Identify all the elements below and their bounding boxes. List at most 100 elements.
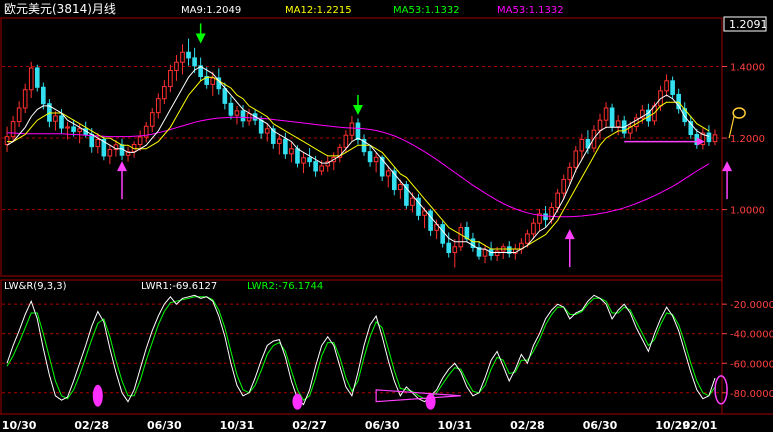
candle-up	[301, 157, 306, 164]
candle-down	[222, 88, 228, 104]
indicator-y-tick-label: -40.0000	[730, 330, 773, 341]
candle-up	[107, 149, 113, 157]
candle-up	[385, 170, 391, 177]
candle-up	[4, 136, 10, 145]
x-tick-label: 02/27	[292, 419, 327, 432]
x-tick-labels: 10/30 02/28 06/30 10/31 02/27 06/30 10/31 02/28…	[2, 419, 718, 432]
candle-up	[180, 51, 185, 63]
legend-ma9: MA9:1.2049	[181, 5, 241, 16]
indicator-oval	[425, 393, 436, 410]
candle-up	[16, 107, 22, 123]
candle-down	[283, 138, 288, 155]
legend-ma53-green: MA53:1.1332	[393, 5, 460, 16]
candle-down	[41, 86, 46, 105]
candle-down	[71, 126, 76, 133]
x-tick-label: 06/30	[583, 419, 618, 432]
candle-up	[289, 148, 294, 155]
legend-lwr1: LWR1:-69.6127	[141, 281, 217, 292]
up-arrow-head	[116, 161, 127, 172]
candle-up	[22, 89, 28, 109]
candle-down	[440, 224, 446, 244]
candle-up	[28, 67, 34, 91]
x-tick-label: 10/30	[2, 419, 37, 432]
candle-down	[89, 133, 95, 148]
indicator-y-tick-label: -80.0000	[730, 389, 773, 400]
candle-up	[398, 184, 403, 191]
candle-up	[373, 156, 379, 163]
candle-down	[367, 151, 373, 163]
candle-down	[446, 242, 452, 254]
candle-up	[664, 80, 669, 92]
candle-up	[410, 197, 415, 206]
candle-down	[307, 157, 312, 163]
price-y-tick-label: 1.0000	[730, 206, 765, 217]
current-price-label: 1.2091	[729, 18, 768, 31]
indicator-oval	[92, 384, 103, 407]
candle-down	[34, 67, 40, 88]
indicator-y-tick-label: -60.0000	[730, 359, 773, 370]
legend-ma53-magenta: MA53:1.1332	[497, 5, 564, 16]
candle-up	[168, 69, 173, 88]
candle-up	[567, 166, 573, 181]
x-tick-label: 02/01	[683, 419, 718, 432]
indicator-name: LW&R(9,3,3)	[4, 281, 67, 292]
candle-up	[155, 98, 161, 114]
candle-down	[192, 57, 197, 67]
candle-down	[240, 110, 246, 122]
candle-up	[597, 119, 603, 131]
candle-down	[228, 102, 234, 116]
lwr2-line	[6, 296, 716, 401]
candle-up	[264, 128, 270, 134]
indicator-end-oval	[714, 375, 728, 405]
candle-up	[349, 122, 355, 136]
candles	[4, 38, 718, 268]
candle-down	[295, 148, 300, 164]
candle-down	[355, 122, 361, 140]
candle-up	[53, 115, 58, 122]
candle-down	[670, 80, 675, 95]
candle-up	[712, 134, 718, 143]
candle-up	[276, 138, 282, 144]
moving-average-lines	[6, 65, 710, 253]
legend-lwr2: LWR2:-76.1744	[247, 281, 323, 292]
indicator-y-ticks: -20.0000 -40.0000 -60.0000 -80.0000	[722, 300, 773, 400]
x-tick-label: 10/31	[220, 419, 255, 432]
candle-up	[319, 165, 324, 172]
up-arrow-head	[564, 229, 575, 240]
price-y-tick-label: 1.2000	[730, 134, 765, 145]
candle-down	[186, 51, 191, 59]
candle-up	[482, 249, 488, 257]
price-y-tick-label: 1.4000	[730, 63, 765, 74]
legend-ma12: MA12:1.2215	[285, 5, 352, 16]
x-tick-label: 06/30	[365, 419, 400, 432]
candle-down	[706, 132, 712, 143]
indicator-oval	[292, 393, 303, 410]
candle-down	[59, 115, 64, 129]
candle-up	[579, 138, 585, 152]
target-circle	[732, 107, 746, 119]
indicator-lines	[6, 294, 716, 406]
chart-svg: 欧元美元(3814)月线 MA9:1.2049 MA12:1.2215 MA53…	[0, 2, 773, 432]
candle-up	[561, 179, 567, 194]
candle-up	[65, 126, 70, 129]
candle-up	[77, 128, 82, 133]
chart-title: 欧元美元(3814)月线	[4, 2, 116, 16]
up-arrow-head	[722, 161, 733, 172]
candle-up	[162, 86, 167, 100]
candle-up	[234, 110, 240, 116]
candle-up	[603, 107, 609, 121]
candle-up	[137, 136, 143, 145]
candle-up	[210, 77, 216, 85]
candle-up	[343, 134, 349, 148]
x-tick-label: 06/30	[147, 419, 182, 432]
candle-up	[95, 138, 101, 148]
candle-up	[149, 112, 155, 127]
candle-up	[555, 192, 560, 208]
candle-up	[615, 120, 621, 128]
candle-up	[10, 121, 16, 138]
price-y-ticks: 1.4000 1.2000 1.0000	[722, 63, 765, 217]
down-arrow-head	[195, 33, 206, 44]
x-tick-label: 02/28	[74, 419, 109, 432]
candle-down	[313, 161, 318, 172]
candle-down	[609, 107, 615, 128]
